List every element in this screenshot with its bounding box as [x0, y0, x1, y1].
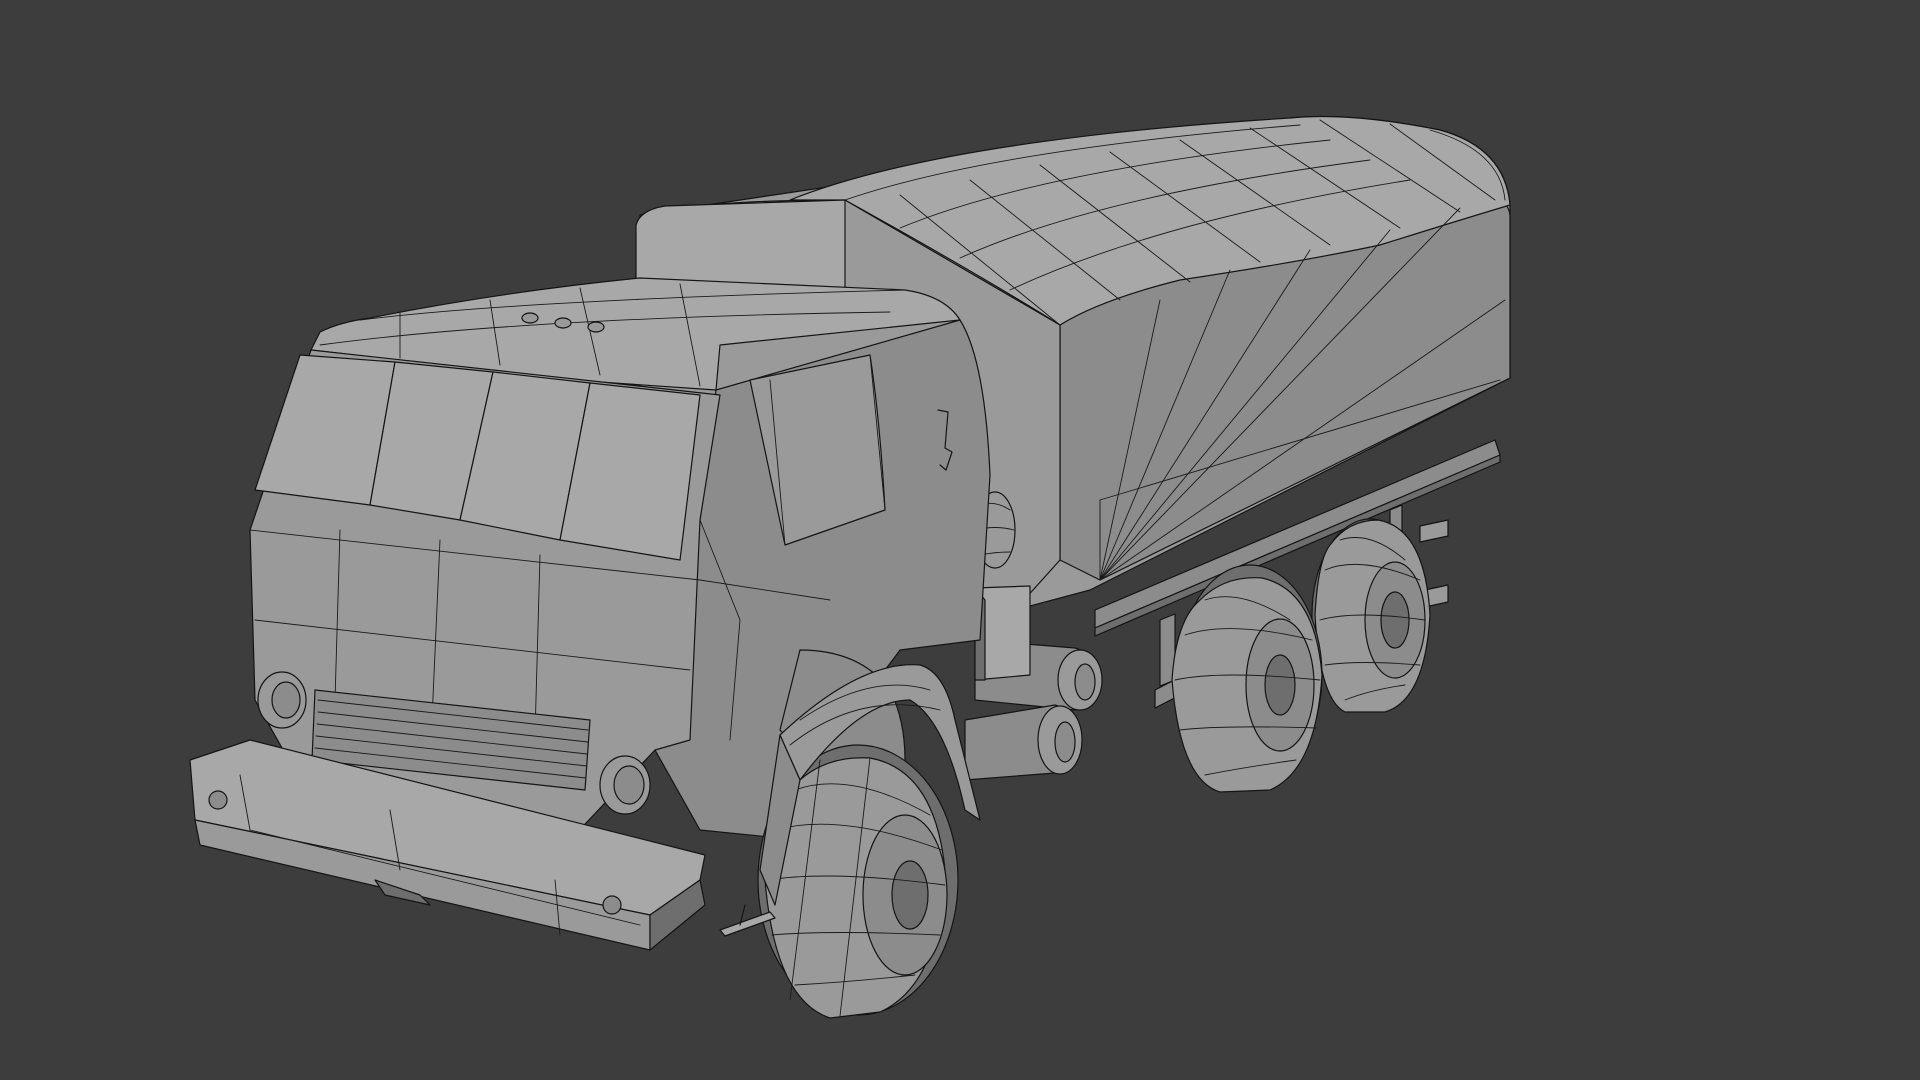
- 3d-viewport[interactable]: [0, 0, 1920, 1080]
- rear-wheel-front[interactable]: [1171, 564, 1323, 793]
- truck-model[interactable]: [0, 0, 1920, 1080]
- chassis-tanks[interactable]: [964, 585, 1103, 781]
- headlight-right: [599, 755, 651, 815]
- headlight-left: [257, 671, 307, 729]
- rear-wheel-back[interactable]: [1311, 518, 1431, 713]
